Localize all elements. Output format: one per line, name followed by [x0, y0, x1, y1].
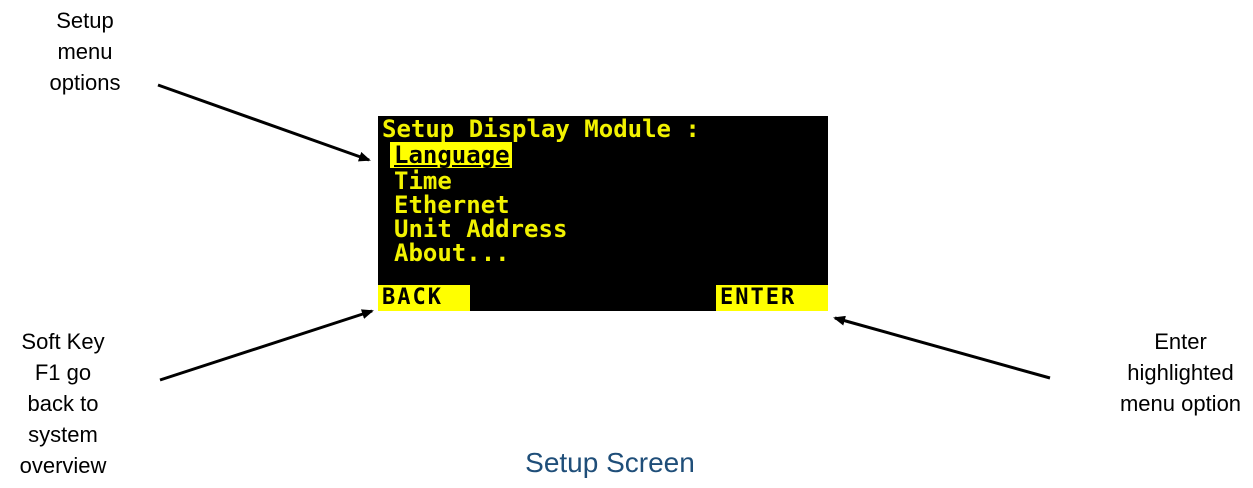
- arrow-to-menu-options: [157, 83, 371, 162]
- arrow-to-enter-softkey: [833, 315, 1051, 380]
- callout-arrows: [157, 83, 1051, 382]
- arrow-to-back-softkey: [159, 309, 374, 382]
